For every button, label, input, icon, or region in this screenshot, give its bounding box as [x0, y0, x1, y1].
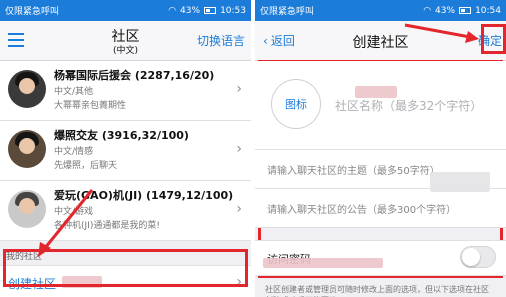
right-screen: 仅限紧急呼叫 ◠ 43% 10:54 ‹ 返回 创建社区 确定 图标 社区名称（…: [255, 0, 506, 297]
community-list: 杨幂国际后援会 (2287,16/20) 中文/其他 大幂幂亲包菁期性 › 爆照…: [0, 61, 251, 241]
status-bar: 仅限紧急呼叫 ◠ 43% 10:54: [255, 0, 506, 21]
community-description: 先爆照，后聊天: [54, 161, 118, 171]
chevron-right-icon: ›: [236, 201, 242, 217]
community-name: 爆照交友 (3916,32/100): [54, 129, 189, 142]
carrier-text: 仅限紧急呼叫: [5, 7, 60, 17]
redaction-mark: [62, 276, 102, 288]
topic-input[interactable]: 请输入聊天社区的主题（最多50字符）: [267, 162, 440, 177]
list-item[interactable]: 杨幂国际后援会 (2287,16/20) 中文/其他 大幂幂亲包菁期性 ›: [0, 61, 251, 121]
battery-percent: 43%: [435, 5, 456, 16]
nav-bar: 社区 (中文) 切换语言: [0, 21, 251, 61]
create-community-label: 创建社区: [8, 277, 57, 291]
status-time: 10:54: [475, 5, 501, 16]
wifi-icon: ◠: [168, 5, 177, 16]
avatar: [8, 70, 46, 108]
confirm-button[interactable]: 确定: [478, 32, 502, 49]
community-category: 中文/情感: [54, 147, 94, 157]
access-password-toggle[interactable]: [460, 246, 496, 268]
battery-icon: [204, 7, 217, 14]
community-category: 中文/游戏: [54, 207, 94, 217]
community-category: 中文/其他: [54, 87, 94, 97]
wifi-icon: ◠: [423, 5, 432, 16]
create-community-row[interactable]: 创建社区 ›: [0, 265, 251, 297]
redaction-mark: [355, 86, 397, 98]
chevron-right-icon: ›: [236, 141, 242, 157]
list-item[interactable]: 爱玩(GAO)机(JI) (1479,12/100) 中文/游戏 各种机(JI)…: [0, 181, 251, 241]
community-name: 爱玩(GAO)机(JI) (1479,12/100): [54, 189, 234, 202]
left-screen: 仅限紧急呼叫 ◠ 43% 10:53 社区 (中文) 切换语言 杨幂国际后援会 …: [0, 0, 251, 297]
community-header-form: 图标 社区名称（最多32个字符）: [255, 61, 506, 150]
community-icon-picker[interactable]: 图标: [271, 79, 321, 129]
list-item[interactable]: 爆照交友 (3916,32/100) 中文/情感 先爆照，后聊天 ›: [0, 121, 251, 181]
avatar: [8, 130, 46, 168]
switch-language-button[interactable]: 切换语言: [197, 32, 245, 49]
chevron-right-icon: ›: [236, 81, 242, 97]
chevron-right-icon: ›: [236, 274, 242, 290]
status-time: 10:53: [220, 5, 246, 16]
status-bar: 仅限紧急呼叫 ◠ 43% 10:53: [0, 0, 251, 21]
nav-bar: ‹ 返回 创建社区 确定: [255, 21, 506, 61]
community-name-input[interactable]: 社区名称（最多32个字符）: [335, 97, 482, 114]
carrier-text: 仅限紧急呼叫: [260, 7, 315, 17]
my-communities-header: 我的社区: [0, 241, 251, 265]
redaction-mark: [263, 258, 383, 268]
battery-icon: [459, 7, 472, 14]
community-description: 大幂幂亲包菁期性: [54, 101, 127, 111]
page-title: 创建社区: [352, 35, 409, 51]
community-description: 各种机(JI)通通都是我的菜!: [54, 221, 160, 231]
avatar: [8, 190, 46, 228]
community-name: 杨幂国际后援会 (2287,16/20): [54, 69, 215, 82]
notice-field[interactable]: 请输入聊天社区的公告（最多300个字符）: [255, 189, 506, 228]
notice-input[interactable]: 请输入聊天社区的公告（最多300个字符）: [267, 201, 456, 216]
battery-percent: 43%: [180, 5, 201, 16]
settings-note: 社区创建者或管理员可随时修改上面的选项，但以下选项在社区创建成功后不能更改:: [265, 285, 489, 297]
redaction-mark: [430, 172, 490, 192]
